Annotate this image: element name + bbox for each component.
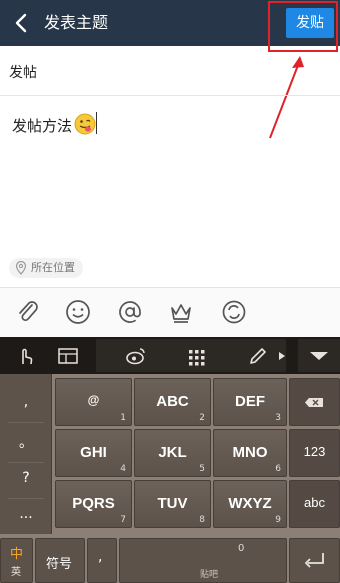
- key-1[interactable]: @ 1: [55, 378, 132, 426]
- key-label: GHI: [80, 444, 107, 461]
- key-label: 符号: [46, 557, 73, 572]
- more-button[interactable]: [276, 344, 288, 368]
- key-number: 9: [275, 515, 281, 525]
- symbols-key[interactable]: 符号: [35, 538, 85, 583]
- backspace-icon: [305, 398, 323, 407]
- weibo-icon: [126, 348, 145, 365]
- space-label: 贴吧: [200, 570, 219, 580]
- key-number: 5: [199, 464, 205, 474]
- at-sign-icon: [119, 301, 141, 323]
- key-9[interactable]: WXYZ 9: [213, 480, 287, 528]
- key-label: abc: [304, 495, 325, 510]
- sync-button[interactable]: [220, 298, 248, 326]
- symbol-column: , 。 ? ...: [0, 374, 52, 534]
- key-label: DEF: [235, 393, 265, 410]
- key-label: WXYZ: [228, 495, 272, 512]
- key-number: 6: [275, 464, 281, 474]
- grid-icon: [189, 350, 205, 366]
- key-label: ,: [98, 549, 103, 565]
- page-title: 发表主题: [44, 13, 109, 32]
- weibo-button[interactable]: [124, 344, 148, 368]
- keyboard-top-bar: [0, 337, 340, 374]
- key-number: 3: [275, 413, 281, 423]
- attach-button[interactable]: [14, 298, 42, 326]
- subject-value: 发帖: [9, 65, 37, 81]
- key-label: ABC: [156, 393, 189, 410]
- collapse-keyboard-button[interactable]: [298, 339, 340, 372]
- key-3[interactable]: DEF 3: [213, 378, 287, 426]
- space-key[interactable]: 0 贴吧: [119, 538, 287, 583]
- post-body-editor[interactable]: 发帖方法 所在位置: [0, 97, 340, 285]
- key-8[interactable]: TUV 8: [134, 480, 211, 528]
- layout-button[interactable]: [56, 344, 80, 368]
- location-pin-icon: [15, 261, 27, 275]
- key-number: 1: [120, 413, 126, 423]
- divider: [8, 498, 44, 499]
- crown-icon: [171, 304, 191, 323]
- lang-secondary: 英: [11, 567, 21, 578]
- enter-key[interactable]: [289, 538, 340, 583]
- emoji-button[interactable]: [64, 298, 92, 326]
- key-number: 2: [199, 413, 205, 423]
- key-label: PQRS: [72, 495, 115, 512]
- keyboard: , 。 ? ... @ 1 ABC 2 DEF 3 GHI 4 JKL 5 MN…: [0, 337, 340, 583]
- handwrite-button[interactable]: [246, 344, 270, 368]
- number-mode-key[interactable]: 123: [289, 429, 340, 477]
- backspace-key[interactable]: [289, 378, 340, 426]
- highlight-box: [268, 1, 338, 52]
- symbol-key-ellipsis[interactable]: ...: [0, 506, 52, 522]
- key-label: 123: [303, 444, 326, 459]
- chevron-down-icon: [310, 352, 328, 360]
- key-label: MNO: [232, 444, 268, 461]
- divider: [8, 462, 44, 463]
- attachment-toolbar: [0, 287, 340, 337]
- key-label: TUV: [157, 495, 188, 512]
- subject-field[interactable]: 发帖: [0, 48, 340, 96]
- hand-pointer-icon: [22, 348, 33, 365]
- lang-primary: 中: [10, 547, 24, 562]
- key-7[interactable]: PQRS 7: [55, 480, 132, 528]
- crown-button[interactable]: [167, 298, 195, 326]
- keypad: , 。 ? ... @ 1 ABC 2 DEF 3 GHI 4 JKL 5 MN…: [0, 374, 340, 583]
- english-mode-key[interactable]: abc: [289, 480, 340, 528]
- arrow-right-small-icon: [279, 352, 285, 360]
- chevron-left-icon: [15, 13, 27, 33]
- key-5[interactable]: JKL 5: [134, 429, 211, 477]
- mention-button[interactable]: [116, 298, 144, 326]
- symbol-key-comma[interactable]: ,: [0, 394, 52, 410]
- symbol-key-period[interactable]: 。: [0, 432, 52, 452]
- tongue-emoji-icon: [74, 113, 96, 135]
- grid-switch-button[interactable]: [185, 344, 209, 368]
- symbol-key-question[interactable]: ?: [0, 470, 52, 486]
- key-number: 4: [120, 464, 126, 474]
- key-2[interactable]: ABC 2: [134, 378, 211, 426]
- location-chip[interactable]: 所在位置: [9, 258, 83, 278]
- body-value: 发帖方法: [12, 117, 73, 135]
- divider: [8, 422, 44, 423]
- language-switch-key[interactable]: 中 英: [0, 538, 33, 583]
- key-number: 7: [120, 515, 126, 525]
- key-label: @: [87, 393, 100, 407]
- gesture-button[interactable]: [14, 344, 38, 368]
- paperclip-icon: [19, 301, 38, 322]
- enter-icon: [304, 553, 324, 568]
- key-number: 0: [238, 543, 245, 554]
- key-label: JKL: [158, 444, 187, 461]
- key-6[interactable]: MNO 6: [213, 429, 287, 477]
- text-caret: [96, 112, 97, 134]
- key-number: 8: [199, 515, 205, 525]
- location-label: 所在位置: [31, 261, 75, 274]
- key-4[interactable]: GHI 4: [55, 429, 132, 477]
- smiley-icon: [66, 300, 90, 324]
- refresh-icon: [222, 300, 246, 324]
- back-button[interactable]: [6, 8, 36, 38]
- pencil-icon: [250, 348, 266, 364]
- comma-key[interactable]: ,: [87, 538, 117, 583]
- keyboard-layout-icon: [58, 348, 78, 364]
